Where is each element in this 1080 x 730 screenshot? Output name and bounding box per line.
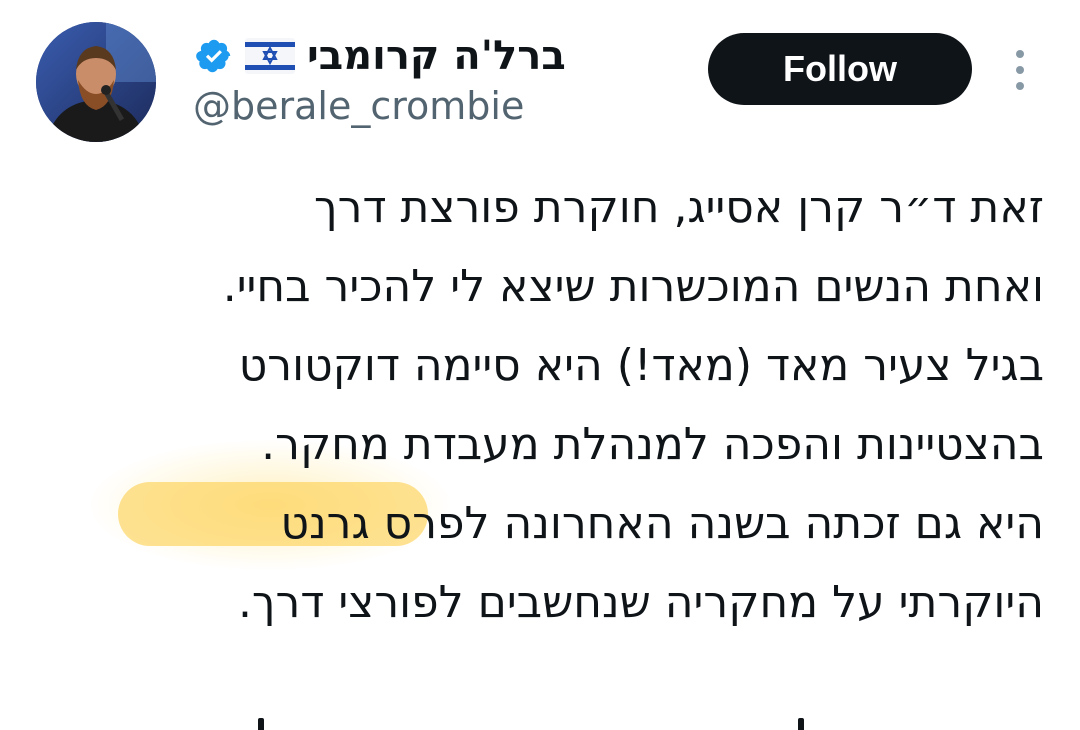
cropped-glyph xyxy=(798,718,804,730)
avatar-image xyxy=(36,22,156,142)
more-options-icon[interactable] xyxy=(1002,46,1038,94)
tweet-line: בגיל צעיר מאד (מאד!) היא סיימה דוקטורט xyxy=(238,340,1044,391)
tweet-line: זאת ד״ר קרן אסייג, חוקרת פורצת דרך xyxy=(313,182,1044,233)
cropped-glyph xyxy=(258,718,264,730)
profile-avatar[interactable] xyxy=(36,22,156,142)
cropped-next-line xyxy=(250,712,810,730)
follow-button[interactable]: Follow xyxy=(708,33,972,105)
tweet-line: בהצטיינות והפכה למנהלת מעבדת מחקר. xyxy=(261,419,1044,470)
verified-badge-icon xyxy=(195,37,233,75)
tweet-line: ואחת הנשים המוכשרות שיצא לי להכיר בחיי. xyxy=(222,261,1044,312)
tweet-line: היוקרתי על מחקריה שנחשבים לפורצי דרך. xyxy=(237,577,1044,628)
author-display-name[interactable]: ברל'ה קרומבי xyxy=(307,33,566,79)
author-handle[interactable]: @berale_crombie xyxy=(193,84,524,128)
more-dot xyxy=(1016,66,1024,74)
israel-flag-icon xyxy=(245,38,295,74)
tweet-line: היא גם זכתה בשנה האחרונה לפרס גרנט xyxy=(280,498,1044,549)
more-dot xyxy=(1016,50,1024,58)
author-name-row: ברל'ה קרומבי xyxy=(195,28,566,84)
more-dot xyxy=(1016,82,1024,90)
tweet-text: זאת ד״ר קרן אסייג, חוקרת פורצת דרך ואחת … xyxy=(60,168,1044,642)
